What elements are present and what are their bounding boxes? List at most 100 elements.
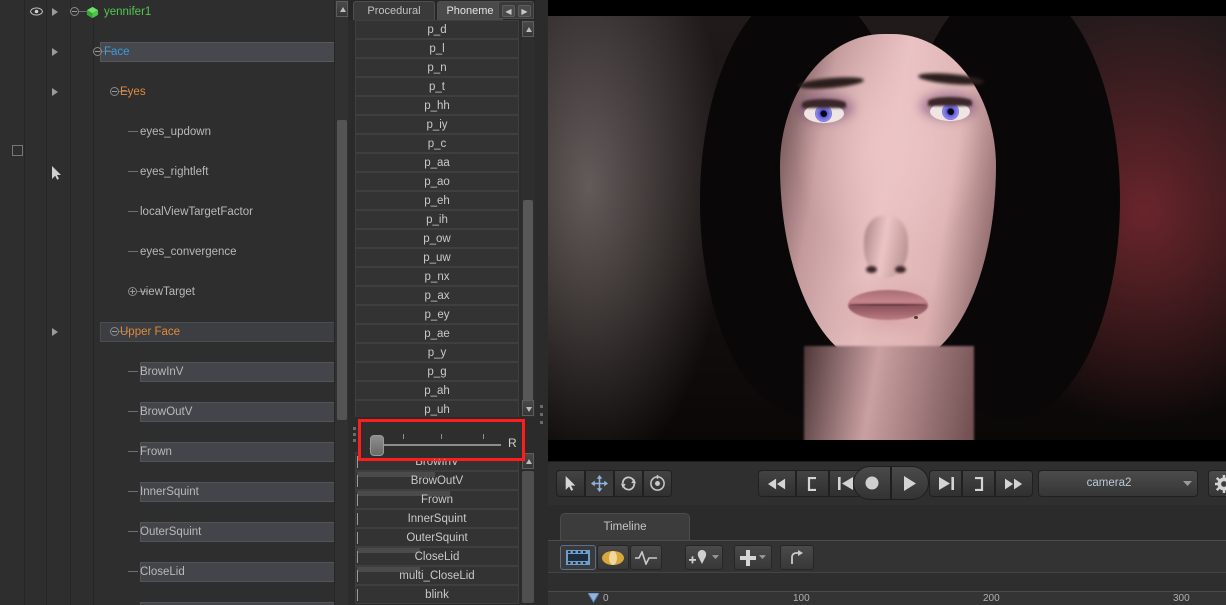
3d-viewport[interactable]	[548, 0, 1226, 461]
tree-item-browoutv[interactable]: BrowOutV	[0, 402, 348, 422]
parameter-row[interactable]: multi_CloseLid	[355, 566, 519, 585]
collapse-minus-icon[interactable]	[70, 7, 79, 16]
parameter-scrollbar-thumb[interactable]	[522, 471, 534, 603]
tree-item-viewtarget[interactable]: viewTarget	[0, 282, 348, 302]
tree-scrollbar-thumb[interactable]	[337, 120, 347, 420]
phoneme-row[interactable]: p_ow	[355, 229, 519, 248]
chevron-right-icon[interactable]: ▶	[518, 5, 531, 17]
parameter-row[interactable]: BrowOutV	[355, 471, 519, 490]
phoneme-row[interactable]: p_ax	[355, 286, 519, 305]
expander-triangle-icon[interactable]	[52, 328, 58, 336]
phoneme-row[interactable]: p_hh	[355, 96, 519, 115]
tree-item-eyes-updown[interactable]: eyes_updown	[0, 122, 348, 142]
tree-item-eyes[interactable]: Eyes	[0, 82, 348, 102]
phoneme-row[interactable]: p_d	[355, 20, 519, 39]
phoneme-row[interactable]: p_ah	[355, 381, 519, 400]
film-strip-button[interactable]	[560, 545, 596, 570]
next-key-button[interactable]	[929, 470, 962, 497]
phoneme-row[interactable]: p_iy	[355, 115, 519, 134]
tree-item-innersquint[interactable]: InnerSquint	[0, 482, 348, 502]
phoneme-row[interactable]: p_c	[355, 134, 519, 153]
phoneme-row[interactable]: p_aa	[355, 153, 519, 172]
tree-scrollbar[interactable]	[334, 0, 348, 605]
scale-tool[interactable]	[643, 470, 672, 497]
splitter-grip[interactable]	[540, 421, 543, 424]
phoneme-scroll-up-icon[interactable]	[522, 21, 534, 37]
splitter-grip[interactable]	[353, 439, 356, 442]
parameter-row[interactable]: InnerSquint	[355, 509, 519, 528]
expander-triangle-icon[interactable]	[52, 48, 58, 56]
tree-item-eyes-convergence[interactable]: eyes_convergence	[0, 242, 348, 262]
tab-phoneme[interactable]: Phoneme	[437, 1, 503, 20]
tree-item-outersquint[interactable]: OuterSquint	[0, 522, 348, 542]
loop-end-button[interactable]	[962, 470, 995, 497]
record-button[interactable]	[853, 466, 891, 500]
parameter-row[interactable]: blink	[355, 585, 519, 604]
scroll-up-arrow-icon[interactable]	[336, 1, 348, 17]
phoneme-row[interactable]: p_t	[355, 77, 519, 96]
phoneme-row[interactable]: p_ey	[355, 305, 519, 324]
phoneme-scrollbar[interactable]	[521, 20, 535, 417]
settings-button[interactable]	[1208, 470, 1226, 497]
curve-button[interactable]	[630, 545, 662, 570]
timeline-track-strip[interactable]	[548, 572, 1226, 591]
plus-button[interactable]	[734, 545, 772, 570]
up-level-button[interactable]	[780, 545, 814, 570]
chevron-down-icon[interactable]	[759, 555, 766, 560]
collapse-minus-icon[interactable]	[110, 327, 119, 336]
view-target-checkbox[interactable]	[12, 145, 23, 156]
loop-start-button[interactable]	[796, 470, 829, 497]
splitter-grip[interactable]	[353, 433, 356, 436]
chevron-down-icon[interactable]	[1183, 481, 1192, 487]
parameter-row[interactable]: OuterSquint	[355, 528, 519, 547]
chevron-left-icon[interactable]: ◀	[502, 5, 515, 17]
playhead-marker[interactable]	[588, 593, 599, 603]
phoneme-row[interactable]: p_g	[355, 362, 519, 381]
phoneme-scroll-down-icon[interactable]	[522, 400, 534, 416]
play-button[interactable]	[891, 466, 929, 500]
translate-tool[interactable]	[585, 470, 614, 497]
expander-triangle-icon[interactable]	[52, 8, 58, 16]
phoneme-row[interactable]: p_nx	[355, 267, 519, 286]
slider-handle[interactable]	[370, 435, 384, 456]
phoneme-row[interactable]: p_ao	[355, 172, 519, 191]
tab-timeline[interactable]: Timeline	[560, 513, 690, 540]
visibility-eye-icon[interactable]	[30, 7, 43, 16]
camera-select[interactable]: camera2	[1038, 470, 1198, 497]
splitter-grip[interactable]	[540, 413, 543, 416]
rewind-button[interactable]	[758, 470, 796, 497]
parameter-row[interactable]: CloseLid	[355, 547, 519, 566]
timeline-ruler[interactable]: 0 100 200 300	[548, 591, 1226, 605]
chevron-down-icon[interactable]	[712, 555, 719, 560]
phoneme-row[interactable]: p_y	[355, 343, 519, 362]
tab-procedural[interactable]: Procedural	[353, 1, 435, 20]
phoneme-row[interactable]: p_eh	[355, 191, 519, 210]
slider-track[interactable]	[379, 444, 501, 446]
tree-root-row[interactable]: yennifer1	[0, 2, 348, 22]
rotate-tool[interactable]	[614, 470, 643, 497]
phoneme-row[interactable]: p_n	[355, 58, 519, 77]
phoneme-row[interactable]: p_l	[355, 39, 519, 58]
phoneme-scrollbar-thumb[interactable]	[523, 200, 533, 406]
expand-plus-icon[interactable]	[128, 287, 137, 296]
tree-item-localviewtargetfactor[interactable]: localViewTargetFactor	[0, 202, 348, 222]
highlighted-value-slider[interactable]: - R ...	[358, 419, 525, 463]
add-key-button[interactable]	[685, 545, 723, 570]
collapse-minus-icon[interactable]	[93, 47, 102, 56]
panel-splitter[interactable]	[535, 0, 548, 605]
phoneme-row[interactable]: p_ih	[355, 210, 519, 229]
tree-item-browinv[interactable]: BrowInV	[0, 362, 348, 382]
tree-item-frown[interactable]: Frown	[0, 442, 348, 462]
phoneme-row[interactable]: p_ae	[355, 324, 519, 343]
fast-forward-button[interactable]	[995, 470, 1033, 497]
splitter-grip[interactable]	[540, 405, 543, 408]
collapse-minus-icon[interactable]	[110, 87, 119, 96]
expander-triangle-icon[interactable]	[52, 88, 58, 96]
phoneme-row[interactable]: p_uw	[355, 248, 519, 267]
phoneme-row[interactable]: p_uh	[355, 400, 519, 417]
tree-item-closelid[interactable]: CloseLid	[0, 562, 348, 582]
select-arrow-tool[interactable]	[556, 470, 585, 497]
parameter-row[interactable]: Frown	[355, 490, 519, 509]
tree-item-upper-face[interactable]: Upper Face	[0, 322, 348, 342]
tree-item-face[interactable]: Face	[0, 42, 348, 62]
